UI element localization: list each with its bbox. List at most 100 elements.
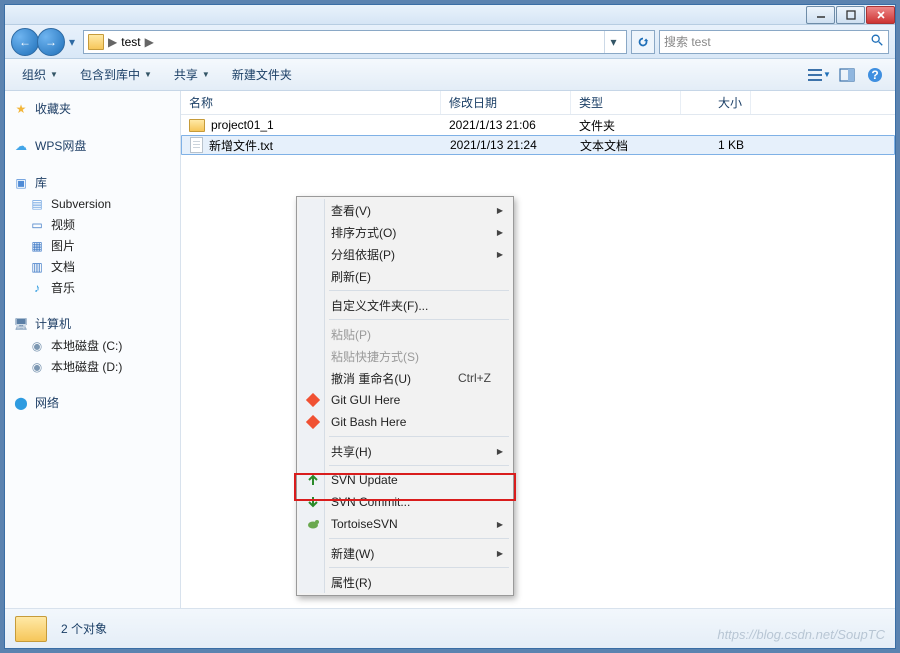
context-item[interactable]: 撤消 重命名(U)Ctrl+Z: [299, 367, 511, 389]
status-bar: 2 个对象: [5, 608, 895, 648]
context-separator: [329, 538, 509, 539]
folder-icon: [88, 34, 104, 50]
minimize-button[interactable]: [806, 6, 835, 24]
sidebar-item-documents[interactable]: ▥文档: [7, 256, 178, 277]
library-icon: ▣: [13, 175, 29, 191]
context-item-label: 共享(H): [331, 443, 372, 460]
context-item-label: 粘贴(P): [331, 326, 371, 343]
search-input[interactable]: 搜索 test: [659, 30, 889, 54]
computer-icon: 🖥: [13, 316, 29, 332]
context-item[interactable]: SVN Commit...: [299, 491, 511, 513]
nav-back-button[interactable]: ←: [11, 28, 39, 56]
search-icon: [870, 33, 884, 50]
text-file-icon: [190, 137, 203, 153]
context-separator: [329, 290, 509, 291]
file-type: 文件夹: [571, 117, 681, 134]
breadcrumb-sep: ▶: [106, 35, 119, 49]
breadcrumb-item[interactable]: test: [121, 35, 140, 49]
context-item[interactable]: 查看(V): [299, 199, 511, 221]
context-item[interactable]: TortoiseSVN: [299, 513, 511, 535]
toolbar: 组织▼ 包含到库中▼ 共享▼ 新建文件夹 ▼ ?: [5, 59, 895, 91]
organize-button[interactable]: 组织▼: [13, 62, 67, 87]
table-row[interactable]: project01_12021/1/13 21:06文件夹: [181, 115, 895, 135]
folder-icon: [189, 119, 205, 132]
context-item[interactable]: Git Bash Here: [299, 411, 511, 433]
context-item[interactable]: 刷新(E): [299, 265, 511, 287]
cloud-icon: ☁: [13, 138, 29, 154]
context-item: 粘贴快捷方式(S): [299, 345, 511, 367]
context-item[interactable]: 新建(W): [299, 542, 511, 564]
music-icon: ♪: [29, 280, 45, 296]
help-button[interactable]: ?: [863, 64, 887, 86]
context-item-label: TortoiseSVN: [331, 517, 398, 531]
table-row[interactable]: 新增文件.txt2021/1/13 21:24文本文档1 KB: [181, 135, 895, 155]
context-item-label: 属性(R): [331, 574, 372, 591]
breadcrumb-sep: ▶: [143, 35, 156, 49]
context-item[interactable]: 属性(R): [299, 571, 511, 593]
sidebar-network[interactable]: ⬤ 网络: [7, 391, 178, 414]
sidebar-favorites[interactable]: ★ 收藏夹: [7, 97, 178, 120]
col-size[interactable]: 大小: [681, 91, 751, 114]
new-folder-button[interactable]: 新建文件夹: [223, 62, 301, 87]
context-item[interactable]: Git GUI Here: [299, 389, 511, 411]
context-item-label: 排序方式(O): [331, 224, 396, 241]
breadcrumb-dropdown[interactable]: ▾: [604, 31, 622, 53]
col-type[interactable]: 类型: [571, 91, 681, 114]
breadcrumb[interactable]: ▶ test ▶ ▾: [83, 30, 627, 54]
status-count: 2 个对象: [61, 620, 107, 637]
context-item-label: 粘贴快捷方式(S): [331, 348, 419, 365]
col-name[interactable]: 名称: [181, 91, 441, 114]
refresh-button[interactable]: [631, 30, 655, 54]
title-bar: [5, 5, 895, 25]
context-item[interactable]: SVN Update: [299, 469, 511, 491]
sidebar-item-pictures[interactable]: ▦图片: [7, 235, 178, 256]
context-menu: 查看(V) 排序方式(O) 分组依据(P) 刷新(E) 自定义文件夹(F)... 粘贴(P…: [296, 196, 514, 596]
view-options-button[interactable]: ▼: [807, 64, 831, 86]
context-item[interactable]: 分组依据(P): [299, 243, 511, 265]
sidebar-computer[interactable]: 🖥 计算机: [7, 312, 178, 335]
video-icon: ▭: [29, 217, 45, 233]
sidebar-item-music[interactable]: ♪音乐: [7, 277, 178, 298]
context-item-label: 分组依据(P): [331, 246, 395, 263]
context-shortcut: Ctrl+Z: [458, 371, 491, 385]
nav-history-dropdown[interactable]: ▾: [65, 35, 79, 49]
share-button[interactable]: 共享▼: [165, 62, 219, 87]
context-item-label: 新建(W): [331, 545, 374, 562]
maximize-button[interactable]: [836, 6, 865, 24]
include-in-library-button[interactable]: 包含到库中▼: [71, 62, 161, 87]
context-separator: [329, 567, 509, 568]
git-icon: [304, 391, 322, 409]
sidebar-item-drive-c[interactable]: ◉本地磁盘 (C:): [7, 335, 178, 356]
sidebar-wps[interactable]: ☁ WPS网盘: [7, 134, 178, 157]
col-date[interactable]: 修改日期: [441, 91, 571, 114]
context-item[interactable]: 自定义文件夹(F)...: [299, 294, 511, 316]
file-type: 文本文档: [572, 137, 682, 154]
sidebar-item-videos[interactable]: ▭视频: [7, 214, 178, 235]
file-list: 名称 修改日期 类型 大小 project01_12021/1/13 21:06…: [181, 91, 895, 608]
context-item-label: SVN Update: [331, 473, 398, 487]
context-item-label: Git GUI Here: [331, 393, 400, 407]
git-icon: [304, 413, 322, 431]
svn-update-icon: [304, 471, 322, 489]
drive-icon: ◉: [29, 359, 45, 375]
context-separator: [329, 436, 509, 437]
tortoise-icon: [304, 515, 322, 533]
drive-icon: ◉: [29, 338, 45, 354]
context-item-label: 自定义文件夹(F)...: [331, 297, 428, 314]
context-item[interactable]: 共享(H): [299, 440, 511, 462]
context-item-label: 查看(V): [331, 202, 371, 219]
svg-text:?: ?: [871, 68, 878, 82]
nav-forward-button[interactable]: →: [37, 28, 65, 56]
file-name: project01_1: [211, 118, 274, 132]
star-icon: ★: [13, 101, 29, 117]
sidebar-libraries[interactable]: ▣ 库: [7, 171, 178, 194]
close-button[interactable]: [866, 6, 895, 24]
context-item-label: 刷新(E): [331, 268, 371, 285]
sidebar-item-drive-d[interactable]: ◉本地磁盘 (D:): [7, 356, 178, 377]
svn-commit-icon: [304, 493, 322, 511]
navigation-pane: ★ 收藏夹 ☁ WPS网盘 ▣ 库 ▤Subversion ▭视频 ▦图片 ▥文…: [5, 91, 181, 608]
preview-pane-button[interactable]: [835, 64, 859, 86]
context-item[interactable]: 排序方式(O): [299, 221, 511, 243]
search-placeholder: 搜索 test: [664, 33, 711, 50]
sidebar-item-subversion[interactable]: ▤Subversion: [7, 194, 178, 214]
